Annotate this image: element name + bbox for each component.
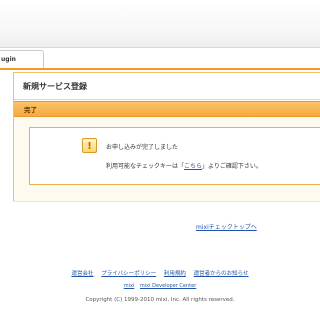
- footer-sub-links: mixi mixi Developer Center: [0, 283, 320, 289]
- tab-underline: [0, 68, 320, 70]
- message-box: ! お申し込みが完了しました 利用可能なチェックキーは「こちら」よりご確認下さい…: [29, 127, 320, 185]
- here-link[interactable]: こちら: [184, 163, 202, 170]
- footer-link-terms[interactable]: 利用規約: [164, 271, 186, 277]
- footer-link-notices[interactable]: 運営者からのお知らせ: [194, 271, 249, 277]
- registration-panel: 新規サービス登録 完了 ! お申し込みが完了しました 利用可能なチェックキーは「…: [13, 72, 320, 202]
- section-title: 完了: [24, 106, 37, 114]
- copyright: Copyright (C) 1999-2010 mixi, Inc. All r…: [85, 297, 235, 303]
- nav-tab[interactable]: ugin: [0, 50, 44, 68]
- completion-message: お申し込みが完了しました: [106, 144, 179, 151]
- exclamation-icon: !: [82, 138, 97, 153]
- section-header: 完了: [14, 101, 320, 117]
- footer-links: 運営会社 プライバシーポリシー 利用規約 運営者からのお知らせ: [0, 269, 320, 277]
- panel-header: 新規サービス登録: [14, 73, 320, 100]
- mixi-check-top-link[interactable]: mixiチェックトップへ: [196, 222, 257, 231]
- top-header-bar: [0, 0, 320, 48]
- divider: [13, 201, 320, 202]
- page-title: 新規サービス登録: [23, 82, 87, 91]
- footer-link-company[interactable]: 運営会社: [71, 271, 93, 277]
- nav-tab-label: ugin: [1, 56, 16, 63]
- footer-link-mixi[interactable]: mixi: [124, 283, 135, 289]
- footer-link-developer-center[interactable]: mixi Developer Center: [140, 283, 196, 289]
- check-key-message: 利用可能なチェックキーは「こちら」よりご確認下さい。: [106, 163, 262, 170]
- footer-link-privacy[interactable]: プライバシーポリシー: [101, 271, 156, 277]
